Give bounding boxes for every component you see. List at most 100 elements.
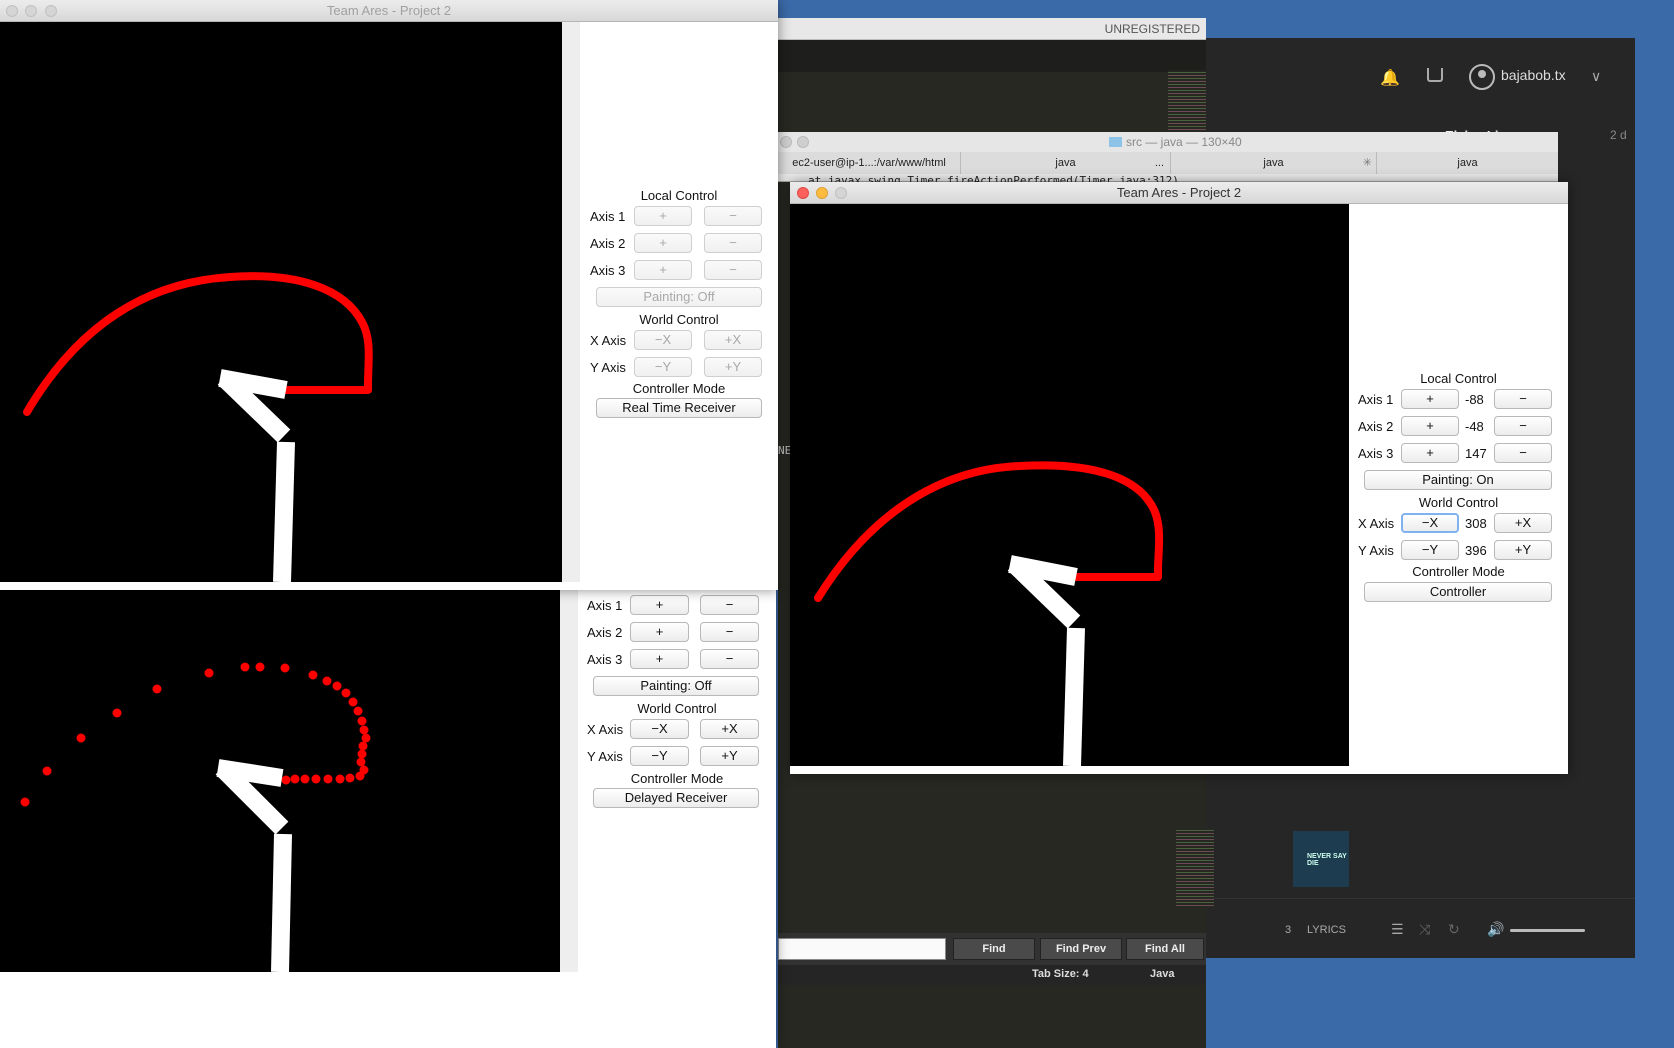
axis1-minus-button[interactable]: − [1494, 389, 1552, 409]
terminal-tab-1[interactable]: ec2-user@ip-1...:/var/www/html [778, 152, 960, 174]
axis3-plus-button[interactable]: + [634, 260, 692, 280]
folder-icon [1109, 137, 1122, 147]
arm-drawing-realtime [23, 272, 373, 582]
controller-mode-button[interactable]: Real Time Receiver [596, 398, 762, 418]
minimize-icon[interactable] [25, 5, 37, 17]
axis3-plus-button[interactable]: + [1401, 443, 1459, 463]
control-panel-realtime: Local Control Axis 1 + − Axis 2 + − Axis… [580, 22, 778, 590]
y-minus-button[interactable]: −Y [630, 746, 689, 766]
language-label[interactable]: Java [1150, 968, 1174, 980]
x-minus-button[interactable]: −X [634, 330, 692, 350]
painting-toggle-button[interactable]: Painting: Off [596, 287, 762, 307]
axis3-value: 147 [1465, 446, 1487, 461]
canvas-gutter [562, 22, 580, 582]
axis3-minus-button[interactable]: − [700, 649, 759, 669]
avatar[interactable] [1469, 64, 1495, 90]
axis3-minus-button[interactable]: − [704, 260, 762, 280]
close-icon[interactable] [6, 5, 18, 17]
find-prev-button[interactable]: Find Prev [1040, 938, 1122, 960]
x-minus-button[interactable]: −X [1401, 513, 1459, 533]
volume-slider[interactable] [1510, 929, 1585, 932]
axis2-minus-button[interactable]: − [704, 233, 762, 253]
axis2-minus-button[interactable]: − [1494, 416, 1552, 436]
real-time-receiver-window: Team Ares - Project 2 Local Control Axis… [0, 0, 778, 590]
axis2-plus-button[interactable]: + [1401, 416, 1459, 436]
axis1-label: Axis 1 [590, 209, 626, 224]
queue-icon[interactable]: ☰ [1391, 921, 1404, 938]
minimize-icon[interactable] [816, 187, 828, 199]
tab-more-icon[interactable]: ... [1155, 152, 1164, 174]
axis1-minus-button[interactable]: − [700, 595, 759, 615]
username[interactable]: bajabob.tx [1501, 67, 1566, 83]
lyrics-button[interactable]: LYRICS [1307, 924, 1346, 936]
controller-window: Team Ares - Project 2 Local Control Axis… [790, 182, 1568, 774]
minimap-bottom[interactable] [1176, 828, 1214, 908]
x-plus-button[interactable]: +X [1494, 513, 1552, 533]
y-plus-button[interactable]: +Y [700, 746, 759, 766]
album-art[interactable]: NEVER SAY DIE [1293, 831, 1349, 887]
axis1-plus-button[interactable]: + [1401, 389, 1459, 409]
zoom-icon[interactable] [45, 5, 57, 17]
trail-path-controller [814, 461, 1164, 602]
axis1-plus-button[interactable]: + [630, 595, 689, 615]
y-minus-button[interactable]: −Y [1401, 540, 1459, 560]
controller-mode-button[interactable]: Delayed Receiver [593, 788, 759, 808]
y-minus-button[interactable]: −Y [634, 357, 692, 377]
arm-canvas-realtime[interactable] [0, 22, 562, 582]
editor-statusbar: Tab Size: 4 Java [778, 965, 1206, 985]
delayed-receiver-window: Axis 1 + − Axis 2 + − Axis 3 + − Paintin… [0, 590, 776, 1048]
tab-size-label[interactable]: Tab Size: 4 [1032, 968, 1089, 980]
bell-icon[interactable]: 🔔 [1380, 68, 1400, 88]
find-all-button[interactable]: Find All [1126, 938, 1204, 960]
arm-segments-delayed [215, 759, 292, 972]
axis3-label: Axis 3 [1358, 446, 1394, 461]
trail-path-realtime [23, 272, 373, 416]
close-icon[interactable] [780, 136, 792, 148]
axis2-plus-button[interactable]: + [630, 622, 689, 642]
x-plus-button[interactable]: +X [700, 719, 759, 739]
chevron-down-icon[interactable]: ∨ [1591, 68, 1601, 85]
painting-toggle-button[interactable]: Painting: Off [593, 676, 759, 696]
painting-toggle-button[interactable]: Painting: On [1364, 470, 1552, 490]
inbox-icon[interactable] [1427, 68, 1443, 82]
axis3-minus-button[interactable]: − [1494, 443, 1552, 463]
shuffle-icon[interactable]: ⤨ [1419, 921, 1430, 938]
track-number: 3 [1285, 924, 1292, 936]
axis1-minus-button[interactable]: − [704, 206, 762, 226]
x-axis-value: 308 [1465, 516, 1487, 531]
minimize-icon[interactable] [797, 136, 809, 148]
find-bar: Find Find Prev Find All [778, 933, 1206, 965]
find-input[interactable] [778, 938, 946, 960]
terminal-window: src — java — 130×40 ec2-user@ip-1...:/va… [778, 132, 1558, 187]
terminal-tab-3-label: java [1263, 157, 1284, 169]
y-plus-button[interactable]: +Y [704, 357, 762, 377]
window-title: Team Ares - Project 2 [1116, 185, 1242, 200]
axis1-value: -88 [1465, 392, 1484, 407]
window-titlebar[interactable]: Team Ares - Project 2 [0, 0, 778, 22]
axis2-minus-button[interactable]: − [700, 622, 759, 642]
arm-drawing-controller [814, 461, 1164, 766]
axis3-plus-button[interactable]: + [630, 649, 689, 669]
y-axis-value: 396 [1465, 543, 1487, 558]
world-control-heading: World Control [1418, 495, 1499, 510]
zoom-icon[interactable] [835, 187, 847, 199]
x-plus-button[interactable]: +X [704, 330, 762, 350]
volume-icon[interactable]: 🔊 [1487, 921, 1504, 938]
controller-mode-button[interactable]: Controller [1364, 582, 1552, 602]
find-button[interactable]: Find [953, 938, 1035, 960]
terminal-tab-2-label: java [1055, 157, 1076, 169]
arm-canvas-controller[interactable] [790, 204, 1349, 766]
unregistered-label: UNREGISTERED [1104, 22, 1200, 36]
terminal-tab-3[interactable]: java ✳ [1170, 152, 1376, 174]
x-minus-button[interactable]: −X [630, 719, 689, 739]
repeat-icon[interactable]: ↻ [1448, 921, 1460, 938]
close-icon[interactable] [797, 187, 809, 199]
terminal-tab-4[interactable]: java [1376, 152, 1558, 174]
axis1-plus-button[interactable]: + [634, 206, 692, 226]
y-plus-button[interactable]: +Y [1494, 540, 1552, 560]
arm-canvas-delayed[interactable] [0, 590, 560, 972]
controller-mode-heading: Controller Mode [630, 771, 724, 786]
axis2-plus-button[interactable]: + [634, 233, 692, 253]
terminal-tab-2[interactable]: java ... [960, 152, 1170, 174]
window-titlebar[interactable]: Team Ares - Project 2 [790, 182, 1568, 204]
